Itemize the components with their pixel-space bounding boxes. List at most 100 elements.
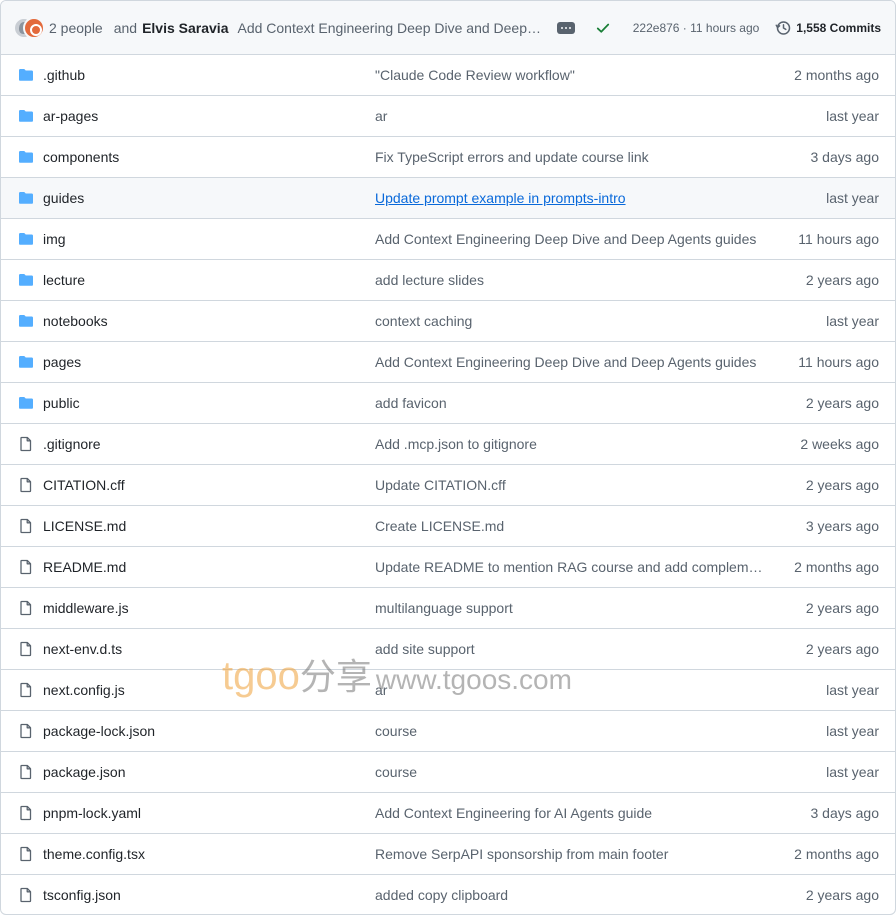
file-name-link[interactable]: ar-pages <box>43 108 98 124</box>
commit-age: last year <box>826 190 879 206</box>
commit-age: 2 years ago <box>805 272 879 288</box>
file-icon <box>18 682 34 698</box>
people-count-link[interactable]: 2 people <box>49 20 103 36</box>
file-icon <box>18 846 34 862</box>
folder-icon <box>18 108 34 124</box>
file-name-link[interactable]: LICENSE.md <box>43 518 126 534</box>
table-row[interactable]: img Add Context Engineering Deep Dive and… <box>1 219 895 260</box>
table-row[interactable]: guides Update prompt example in prompts-i… <box>1 178 895 219</box>
commit-age: last year <box>826 108 879 124</box>
file-name-link[interactable]: theme.config.tsx <box>43 846 145 862</box>
file-name-link[interactable]: public <box>43 395 80 411</box>
file-name-link[interactable]: next-env.d.ts <box>43 641 122 657</box>
file-name-link[interactable]: README.md <box>43 559 126 575</box>
table-row[interactable]: README.md Update README to mention RAG co… <box>1 547 895 588</box>
commit-age: 11 hours ago <box>798 231 879 247</box>
file-name-link[interactable]: img <box>43 231 66 247</box>
file-icon <box>18 600 34 616</box>
commit-message-link[interactable]: add lecture slides <box>375 272 763 288</box>
commit-message-link[interactable]: context caching <box>375 313 763 329</box>
commit-message-link[interactable]: Fix TypeScript errors and update course … <box>375 149 763 165</box>
table-row[interactable]: next.config.js ar last year <box>1 670 895 711</box>
table-row[interactable]: .gitignore Add .mcp.json to gitignore 2 we… <box>1 424 895 465</box>
file-icon <box>18 641 34 657</box>
commit-age: 2 months ago <box>794 559 879 575</box>
folder-icon <box>18 395 34 411</box>
folder-icon <box>18 354 34 370</box>
commit-age: 2 years ago <box>805 395 879 411</box>
file-name-link[interactable]: pages <box>43 354 81 370</box>
file-name-link[interactable]: components <box>43 149 119 165</box>
table-row[interactable]: middleware.js multilanguage support 2 year… <box>1 588 895 629</box>
commit-age: 2 months ago <box>794 67 879 83</box>
commit-message-link[interactable]: Remove SerpAPI sponsorship from main foo… <box>375 846 763 862</box>
status-check-icon[interactable] <box>595 20 611 36</box>
commit-age: last year <box>826 313 879 329</box>
avatar[interactable] <box>23 16 45 39</box>
commits-count-link[interactable]: 1,558 Commits <box>796 21 881 35</box>
commit-message-link[interactable]: multilanguage support <box>375 600 763 616</box>
commit-age: 2 weeks ago <box>800 436 879 452</box>
table-row[interactable]: package.json course last year <box>1 752 895 793</box>
table-row[interactable]: CITATION.cff Update CITATION.cff 2 years a… <box>1 465 895 506</box>
commit-age: last year <box>826 723 879 739</box>
commit-message-link[interactable]: Add Context Engineering Deep Dive and De… <box>375 354 763 370</box>
folder-icon <box>18 272 34 288</box>
file-icon <box>18 723 34 739</box>
file-name-link[interactable]: package-lock.json <box>43 723 155 739</box>
table-row[interactable]: .github "Claude Code Review workflow" 2 mo… <box>1 55 895 96</box>
file-name-link[interactable]: .github <box>43 67 85 83</box>
folder-icon <box>18 67 34 83</box>
table-row[interactable]: theme.config.tsx Remove SerpAPI sponsorsh… <box>1 834 895 875</box>
commit-message-link[interactable]: course <box>375 764 763 780</box>
commit-message-link[interactable]: ar <box>375 108 763 124</box>
table-row[interactable]: lecture add lecture slides 2 years ago <box>1 260 895 301</box>
commit-hash-time[interactable]: 222e876 · 11 hours ago <box>633 21 760 35</box>
commit-age: 2 years ago <box>805 887 879 903</box>
file-name-link[interactable]: CITATION.cff <box>43 477 125 493</box>
table-row[interactable]: pnpm-lock.yaml Add Context Engineering fo… <box>1 793 895 834</box>
table-row[interactable]: pages Add Context Engineering Deep Dive a… <box>1 342 895 383</box>
file-name-link[interactable]: next.config.js <box>43 682 125 698</box>
table-row[interactable]: tsconfig.json added copy clipboard 2 years… <box>1 875 895 914</box>
table-row[interactable]: next-env.d.ts add site support 2 years ago <box>1 629 895 670</box>
table-row[interactable]: ar-pages ar last year <box>1 96 895 137</box>
folder-icon <box>18 190 34 206</box>
table-row[interactable]: package-lock.json course last year <box>1 711 895 752</box>
file-name-link[interactable]: notebooks <box>43 313 108 329</box>
file-name-link[interactable]: guides <box>43 190 84 206</box>
commit-message-link[interactable]: Add Context Engineering Deep Dive and De… <box>375 231 763 247</box>
commit-message-link[interactable]: Update README to mention RAG course and … <box>375 559 763 575</box>
table-row[interactable]: components Fix TypeScript errors and upda… <box>1 137 895 178</box>
latest-commit-message[interactable]: Add Context Engineering Deep Dive and De… <box>237 20 541 36</box>
file-name-link[interactable]: .gitignore <box>43 436 101 452</box>
file-name-link[interactable]: pnpm-lock.yaml <box>43 805 141 821</box>
file-name-link[interactable]: lecture <box>43 272 85 288</box>
and-text: and <box>113 19 138 36</box>
commit-message-link[interactable]: Add Context Engineering for AI Agents gu… <box>375 805 763 821</box>
commit-message-link[interactable]: Create LICENSE.md <box>375 518 763 534</box>
commit-message-link[interactable]: add site support <box>375 641 763 657</box>
commit-message-link[interactable]: Add .mcp.json to gitignore <box>375 436 763 452</box>
commit-message-link[interactable]: Update CITATION.cff <box>375 477 763 493</box>
history-icon[interactable] <box>775 20 791 36</box>
commit-message-link[interactable]: course <box>375 723 763 739</box>
commit-message-link[interactable]: "Claude Code Review workflow" <box>375 67 763 83</box>
file-icon <box>18 887 34 903</box>
commit-message-link[interactable]: added copy clipboard <box>375 887 763 903</box>
file-icon <box>18 477 34 493</box>
commit-message-link[interactable]: Update prompt example in prompts-intro <box>375 190 763 206</box>
table-row[interactable]: public add favicon 2 years ago <box>1 383 895 424</box>
contributor-avatars[interactable] <box>13 16 45 39</box>
file-icon <box>18 764 34 780</box>
table-row[interactable]: LICENSE.md Create LICENSE.md 3 years ago <box>1 506 895 547</box>
expand-commit-ellipsis-button[interactable] <box>556 21 575 34</box>
commit-age: 2 years ago <box>805 641 879 657</box>
commit-message-link[interactable]: ar <box>375 682 763 698</box>
file-name-link[interactable]: middleware.js <box>43 600 129 616</box>
table-row[interactable]: notebooks context caching last year <box>1 301 895 342</box>
commit-author-link[interactable]: Elvis Saravia <box>142 20 228 36</box>
file-name-link[interactable]: tsconfig.json <box>43 887 121 903</box>
commit-message-link[interactable]: add favicon <box>375 395 763 411</box>
file-name-link[interactable]: package.json <box>43 764 126 780</box>
